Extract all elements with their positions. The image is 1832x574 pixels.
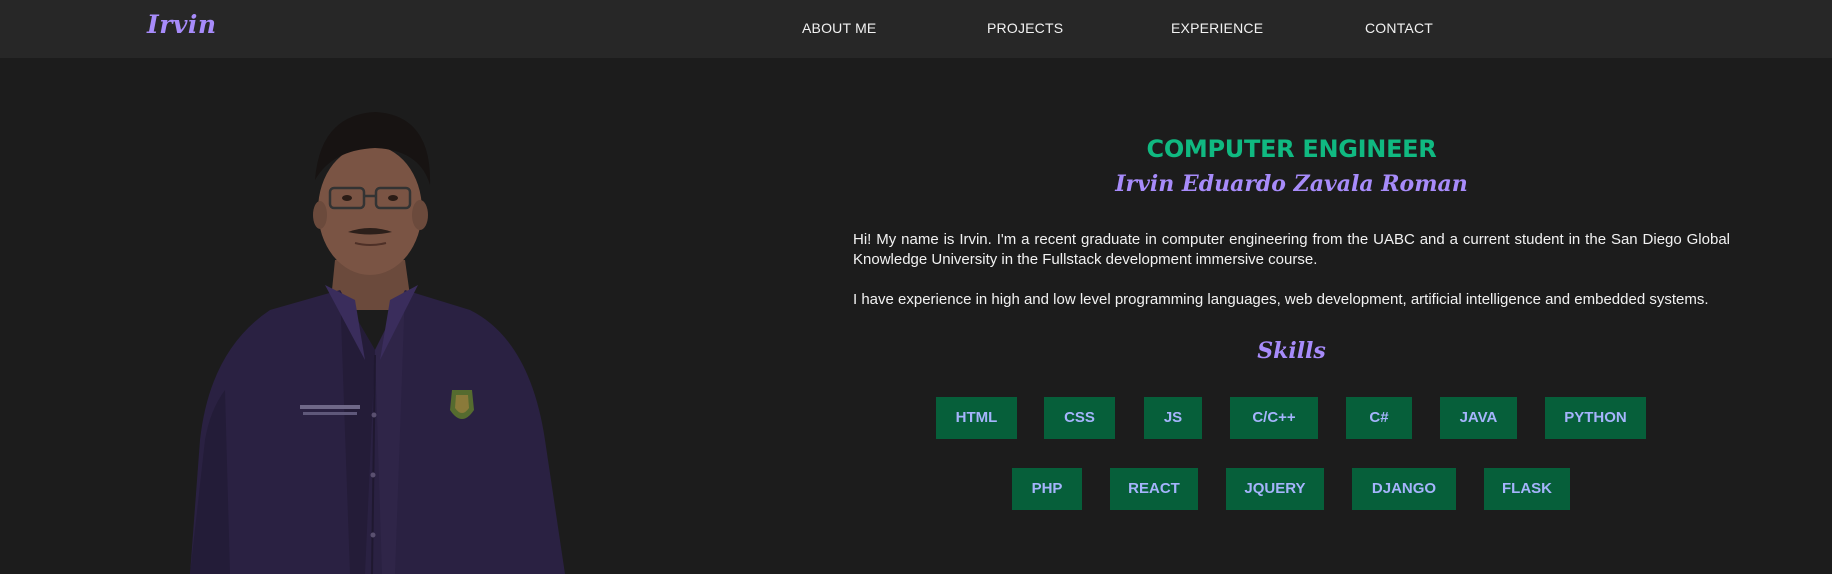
bio-paragraph-intro: Hi! My name is Irvin. I'm a recent gradu… <box>853 231 1730 268</box>
bio-paragraph-experience: I have experience in high and low level … <box>853 291 1709 308</box>
skills-heading: Skills <box>1257 338 1326 364</box>
skill-badge-java: JAVA <box>1440 397 1517 439</box>
skill-badge-csharp: C# <box>1346 397 1412 439</box>
skill-badge-python: PYTHON <box>1545 397 1646 439</box>
skill-badge-c-cpp: C/C++ <box>1230 397 1318 439</box>
skill-badge-php: PHP <box>1012 468 1082 510</box>
logo-link[interactable]: Irvin <box>147 10 217 39</box>
profile-photo <box>190 112 565 574</box>
skill-badge-html: HTML <box>936 397 1017 439</box>
role-heading: COMPUTER ENGINEER <box>1146 135 1437 163</box>
skill-badge-react: REACT <box>1110 468 1198 510</box>
skill-badge-django: DJANGO <box>1352 468 1456 510</box>
skill-badge-flask: FLASK <box>1484 468 1570 510</box>
skill-badge-js: JS <box>1144 397 1202 439</box>
name-heading: Irvin Eduardo Zavala Roman <box>1115 171 1468 197</box>
skill-badge-css: CSS <box>1044 397 1115 439</box>
hero-section: COMPUTER ENGINEER Irvin Eduardo Zavala R… <box>853 0 1730 574</box>
skill-badge-jquery: JQUERY <box>1226 468 1324 510</box>
